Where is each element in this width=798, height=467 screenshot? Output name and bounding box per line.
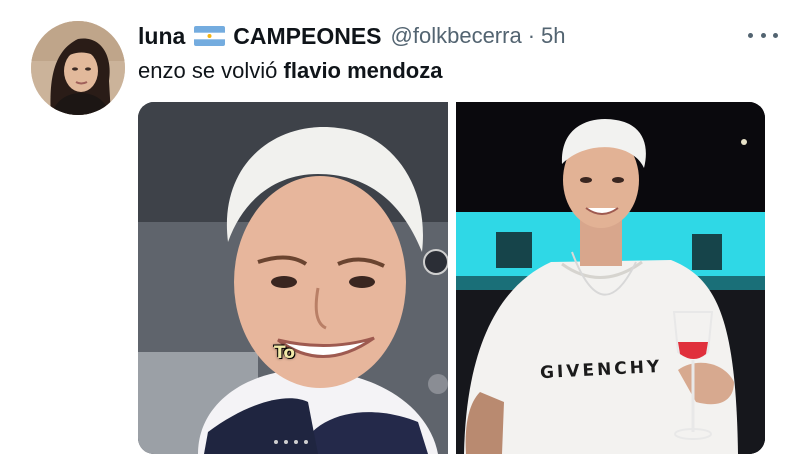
media-grid: To GIVENCHY	[138, 102, 765, 454]
tweet-header: luna CAMPEONES @folkbecerra · 5h	[138, 20, 778, 52]
photo-left-image	[138, 102, 448, 454]
tweet-text: enzo se volvió flavio mendoza	[138, 58, 442, 84]
display-name[interactable]: luna	[138, 23, 185, 50]
photo-right-image	[456, 102, 765, 454]
tweet-timestamp[interactable]: 5h	[541, 23, 565, 49]
display-name-suffix[interactable]: CAMPEONES	[233, 23, 381, 50]
avatar-image	[31, 21, 125, 115]
more-options-icon[interactable]	[748, 24, 778, 46]
argentina-flag-icon	[194, 26, 226, 46]
user-handle[interactable]: @folkbecerra	[391, 23, 522, 49]
tweet: luna CAMPEONES @folkbecerra · 5h enzo se…	[0, 0, 798, 467]
media-photo-right[interactable]: GIVENCHY	[456, 102, 765, 454]
video-caption-text: To	[274, 343, 296, 363]
tweet-text-plain: enzo se volvió	[138, 58, 284, 83]
tweet-text-bold: flavio mendoza	[283, 58, 443, 83]
media-photo-left[interactable]: To	[138, 102, 448, 454]
avatar[interactable]	[31, 21, 125, 115]
separator-dot: ·	[527, 23, 536, 48]
